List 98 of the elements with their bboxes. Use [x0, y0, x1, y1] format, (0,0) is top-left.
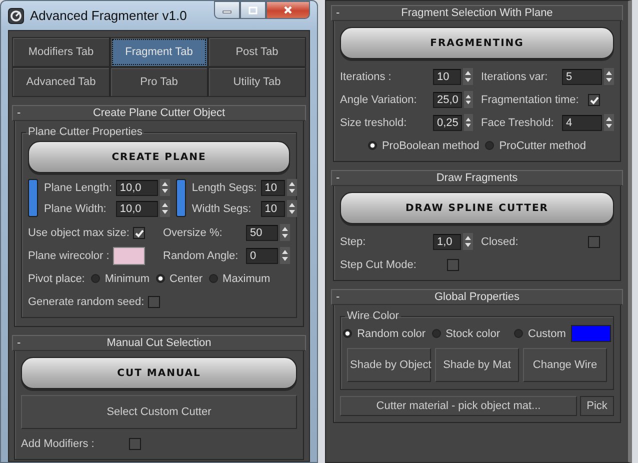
- radio-label: Center: [170, 272, 203, 284]
- close-button[interactable]: [266, 1, 310, 19]
- field-label: Angle Variation:: [340, 94, 418, 106]
- spinner-field[interactable]: 10: [260, 200, 285, 216]
- spinner-field[interactable]: 10,0: [116, 200, 158, 216]
- close-icon: [283, 5, 293, 15]
- rollout-title: Global Properties: [434, 290, 520, 304]
- radio-label: Random color: [357, 328, 426, 340]
- radio-button[interactable]: [156, 274, 164, 283]
- radio-button[interactable]: [208, 274, 218, 283]
- field-label: Pivot place:: [28, 272, 85, 284]
- radio-label: Custom: [528, 328, 566, 340]
- rollout-header[interactable]: - Fragment Selection With Plane: [331, 5, 623, 21]
- radio-label: ProBoolean method: [382, 140, 480, 152]
- tab[interactable]: Post Tab: [208, 37, 306, 67]
- checkbox[interactable]: [588, 236, 600, 248]
- color-swatch[interactable]: [113, 246, 145, 264]
- field-label: Generate random seed:: [28, 296, 144, 308]
- checkbox[interactable]: [133, 226, 146, 238]
- action-button[interactable]: CUT MANUAL: [21, 357, 297, 389]
- rollout-title: Manual Cut Selection: [106, 336, 212, 350]
- rollout-header[interactable]: - Create Plane Cutter Object: [12, 105, 306, 121]
- spinner-field[interactable]: 0,25: [433, 114, 462, 130]
- tab[interactable]: Advanced Tab: [12, 67, 110, 97]
- tab[interactable]: Utility Tab: [208, 67, 306, 97]
- spinner-field[interactable]: 50: [246, 224, 278, 240]
- field-label: Random Angle:: [163, 250, 240, 262]
- field-label: Width Segs:: [192, 202, 252, 214]
- spinner-field[interactable]: 10: [260, 180, 285, 196]
- checkbox[interactable]: [447, 258, 459, 270]
- collapse-toggle[interactable]: -: [13, 106, 27, 120]
- spinner-field[interactable]: 10: [433, 68, 461, 84]
- action-button[interactable]: CREATE PLANE: [28, 141, 290, 173]
- button[interactable]: Shade by Object: [347, 348, 431, 382]
- checkbox[interactable]: [588, 94, 600, 106]
- radio-button[interactable]: [368, 141, 377, 150]
- spinner-field[interactable]: 4: [562, 114, 602, 130]
- field-label: Iterations var:: [481, 70, 549, 82]
- window-title: Advanced Fragmenter v1.0: [30, 8, 188, 23]
- spinner-arrows-icon[interactable]: [464, 114, 473, 131]
- spinner-field[interactable]: 1,0: [433, 234, 461, 250]
- radio-label: ProCutter method: [499, 140, 586, 152]
- spinner-field[interactable]: 10,0: [116, 180, 158, 196]
- radio-label: Minimum: [104, 272, 150, 284]
- collapse-toggle[interactable]: -: [332, 171, 346, 185]
- rollout-title: Create Plane Cutter Object: [92, 106, 226, 120]
- radio-button[interactable]: [485, 141, 494, 150]
- collapse-toggle[interactable]: -: [13, 336, 27, 350]
- radio-label: Maximum: [222, 272, 270, 284]
- button[interactable]: Select Custom Cutter: [21, 395, 297, 429]
- tab[interactable]: Fragment Tab: [110, 37, 208, 67]
- radio-label: Stock color: [446, 328, 500, 340]
- maximize-button[interactable]: [240, 1, 266, 19]
- action-button[interactable]: DRAW SPLINE CUTTER: [340, 192, 614, 224]
- button[interactable]: Shade by Mat: [435, 348, 519, 382]
- group-title: Plane Cutter Properties: [27, 126, 144, 138]
- radio-button[interactable]: [90, 274, 100, 283]
- rollout-header[interactable]: - Draw Fragments: [331, 170, 623, 186]
- field-label: Fragmentation time:: [481, 94, 580, 106]
- rollout-title: Fragment Selection With Plane: [400, 6, 554, 20]
- rollout-header[interactable]: - Global Properties: [331, 289, 623, 305]
- radio-button[interactable]: [514, 329, 523, 338]
- field-label: Face Treshold:: [481, 116, 555, 128]
- field-label: Step Cut Mode:: [340, 258, 418, 270]
- checkbox[interactable]: [148, 296, 160, 308]
- field-label: Plane wirecolor :: [28, 250, 110, 262]
- checkbox[interactable]: [129, 438, 141, 450]
- spinner-arrows-icon[interactable]: [464, 91, 473, 108]
- tab[interactable]: Modifiers Tab: [12, 37, 110, 67]
- field-label: Iterations :: [340, 70, 392, 82]
- radio-button[interactable]: [343, 329, 352, 338]
- radio-button[interactable]: [432, 329, 441, 338]
- spinner-field[interactable]: 0: [246, 248, 278, 264]
- rollout-header[interactable]: - Manual Cut Selection: [12, 335, 306, 351]
- field-label: Add Modifiers :: [21, 438, 96, 450]
- rollout-title: Draw Fragments: [435, 171, 519, 185]
- field-label: Size treshold:: [340, 116, 408, 128]
- material-button[interactable]: Cutter material - pick object mat...: [340, 396, 577, 416]
- spinner-field[interactable]: 25,0: [433, 92, 462, 108]
- field-label: Use object max size:: [28, 226, 130, 238]
- group-title: Wire Color: [346, 310, 400, 322]
- app-icon: [8, 8, 24, 24]
- spinner-field[interactable]: 5: [562, 68, 602, 84]
- field-label: Closed:: [481, 236, 520, 248]
- button[interactable]: Change Wire: [523, 348, 607, 382]
- maximize-icon: [248, 6, 258, 14]
- field-label: Plane Width:: [44, 202, 108, 214]
- field-label: Plane Length:: [44, 182, 112, 194]
- collapse-toggle[interactable]: -: [332, 6, 346, 20]
- action-button[interactable]: FRAGMENTING: [340, 27, 614, 59]
- field-label: Oversize %:: [163, 226, 224, 238]
- field-label: Step:: [340, 236, 367, 248]
- field-label: Length Segs:: [192, 182, 257, 194]
- pick-button[interactable]: Pick: [580, 396, 614, 416]
- color-swatch[interactable]: [570, 325, 611, 342]
- minimize-button[interactable]: [214, 1, 240, 19]
- tab[interactable]: Pro Tab: [110, 67, 208, 97]
- collapse-toggle[interactable]: -: [332, 290, 346, 304]
